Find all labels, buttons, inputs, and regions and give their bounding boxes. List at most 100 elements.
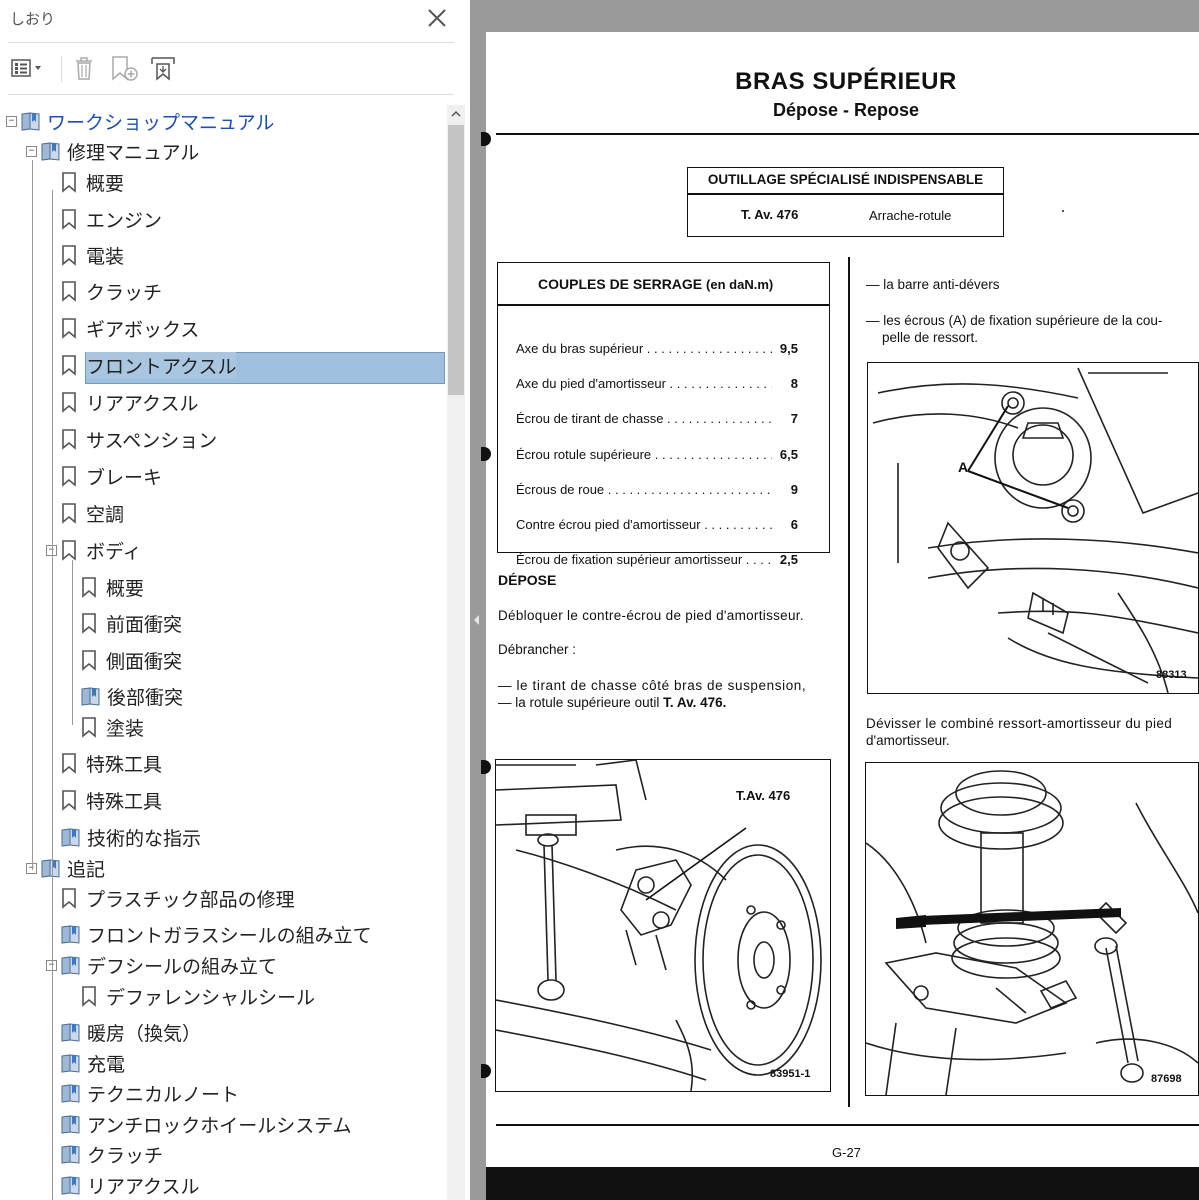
collapse-toggle-icon[interactable]: − [6, 116, 17, 127]
collapse-panel-icon[interactable] [470, 610, 484, 630]
expand-bookmark-icon[interactable] [147, 52, 181, 84]
bookmark-label: テクニカルノート [87, 1083, 240, 1106]
book-bookmark-icon [60, 1113, 82, 1135]
bookmark-label: 特殊工具 [86, 790, 163, 813]
book-bookmark-icon [60, 1021, 82, 1043]
book-bookmark-icon [40, 140, 62, 162]
torque-value: 6 [790, 517, 798, 532]
bookmark-item[interactable]: フロントアクスル [60, 350, 237, 380]
bookmark-item[interactable]: 特殊工具 [60, 785, 162, 815]
torque-name: Axe du pied d'amortisseur [516, 376, 772, 391]
document-page: BRAS SUPÉRIEUR Dépose - Repose OUTILLAGE… [481, 32, 1199, 1167]
torque-row: Écrou rotule supérieure 6,5 [516, 447, 798, 462]
bookmark-item[interactable]: ブレーキ [60, 461, 162, 491]
bookmark-label: ギアボックス [86, 318, 200, 341]
figure-2-code: 83951-1 [770, 1068, 811, 1080]
bookmark-item[interactable]: 暖房（換気） [60, 1017, 201, 1047]
torque-value: 7 [790, 411, 798, 426]
options-menu-icon[interactable] [8, 52, 42, 84]
bookmark-item[interactable]: デファレンシャルシール [80, 981, 315, 1011]
bookmark-item[interactable]: 前面衝突 [80, 608, 182, 638]
bookmark-item[interactable]: 空調 [60, 498, 124, 528]
collapse-toggle-icon[interactable]: − [26, 146, 37, 157]
bookmark-item[interactable]: エンジン [60, 204, 162, 234]
bookmark-item[interactable]: リアアクスル [60, 387, 198, 417]
bookmark-icon [80, 985, 98, 1007]
page-bottom-edge [486, 1167, 1199, 1200]
right-line-3a: Dévisser le combiné ressort-amortisseur … [866, 716, 1173, 731]
bookmark-item[interactable]: プラスチック部品の修理 [60, 883, 295, 913]
new-bookmark-icon[interactable] [107, 52, 141, 84]
bookmark-item[interactable]: デフシールの組み立て [60, 950, 277, 980]
bookmark-icon [60, 789, 78, 811]
bookmark-item[interactable]: クラッチ [60, 1139, 163, 1169]
torque-row: Écrou de tirant de chasse 7 [516, 411, 798, 426]
bookmark-item[interactable]: 概要 [80, 572, 144, 602]
panel-splitter[interactable] [470, 0, 484, 1200]
torque-value: 2,5 [779, 552, 798, 567]
tool-name: Arrache-rotule [869, 208, 952, 223]
bookmark-label: デファレンシャルシール [106, 986, 316, 1009]
right-line-2a: — les écrous (A) de fixation supérieure … [866, 313, 1163, 328]
bookmark-label: リアアクスル [87, 1175, 200, 1198]
torque-name: Écrou rotule supérieure [516, 447, 772, 462]
bookmark-item[interactable]: 追記 [40, 853, 105, 883]
scrollbar[interactable] [447, 105, 465, 1200]
bookmark-icon [60, 208, 78, 230]
depose-heading: DÉPOSE [498, 572, 557, 588]
bookmark-item[interactable]: ギアボックス [60, 313, 199, 343]
book-bookmark-icon [60, 923, 82, 945]
paragraph-1: Débloquer le contre-écrou de pied d'amor… [498, 608, 804, 623]
bookmark-label: エンジン [86, 209, 163, 232]
paragraph-3a: — le tirant de chasse côté bras de suspe… [498, 678, 807, 693]
bookmark-item[interactable]: 修理マニュアル [40, 136, 199, 166]
bookmark-item[interactable]: 特殊工具 [60, 748, 162, 778]
bookmark-item[interactable]: 電装 [60, 240, 124, 270]
tool-reference: T. Av. 476 [741, 207, 799, 222]
scroll-thumb[interactable] [448, 125, 464, 395]
bookmark-label: 特殊工具 [86, 753, 163, 776]
torque-box: COUPLES DE SERRAGE (en daN.m) Axe du bra… [497, 262, 830, 567]
figure-1-code: 88313 [1156, 669, 1187, 681]
punch-hole [481, 1064, 491, 1078]
bookmark-item[interactable]: 側面衝突 [80, 645, 182, 675]
book-bookmark-icon [80, 685, 102, 707]
page-subtitle: Dépose - Repose [772, 100, 920, 120]
bookmark-item[interactable]: サスペンション [60, 424, 217, 454]
paragraph-2: Débrancher : [498, 642, 577, 657]
bookmark-item[interactable]: フロントガラスシールの組み立て [60, 919, 372, 949]
bookmark-item[interactable]: 後部衝突 [80, 681, 183, 711]
bookmark-label: デフシールの組み立て [87, 955, 278, 978]
page-number: G-27 [832, 1145, 861, 1160]
bookmark-item[interactable]: アンチロックホイールシステム [60, 1109, 352, 1139]
bookmark-item[interactable]: 技術的な指示 [60, 822, 201, 852]
title-rule [496, 133, 1199, 135]
bookmark-item[interactable]: ワークショップマニュアル [20, 106, 274, 136]
bookmark-label: 追記 [67, 858, 106, 881]
tree-guide-line [32, 160, 33, 870]
bookmark-label: 側面衝突 [106, 650, 183, 673]
bookmark-item[interactable]: テクニカルノート [60, 1078, 239, 1108]
bookmark-icon [60, 428, 78, 450]
bookmark-label: 概要 [86, 172, 125, 195]
bookmark-label: 概要 [106, 577, 145, 600]
book-bookmark-icon [60, 1082, 82, 1104]
bookmark-icon [60, 391, 78, 413]
delete-icon[interactable] [67, 52, 101, 84]
suspension-top-illustration [872, 367, 1198, 693]
bookmark-item[interactable]: 概要 [60, 167, 124, 197]
book-bookmark-icon [60, 1174, 82, 1196]
bookmark-icon [60, 752, 78, 774]
figure-88313: A 88313 [867, 362, 1199, 694]
bookmark-item[interactable]: 充電 [60, 1048, 125, 1078]
bookmark-label: クラッチ [87, 1144, 164, 1167]
bookmark-icon [60, 354, 78, 376]
bookmark-item[interactable]: リアアクスル [60, 1170, 199, 1200]
bookmark-item[interactable]: クラッチ [60, 276, 162, 306]
scroll-up-icon[interactable] [447, 105, 465, 123]
bookmark-label: 修理マニュアル [67, 141, 200, 164]
close-icon[interactable] [424, 5, 450, 31]
bookmark-label: 空調 [86, 503, 125, 526]
figure-87698: 87698 [865, 762, 1199, 1096]
bookmark-item[interactable]: 塗装 [80, 712, 144, 742]
